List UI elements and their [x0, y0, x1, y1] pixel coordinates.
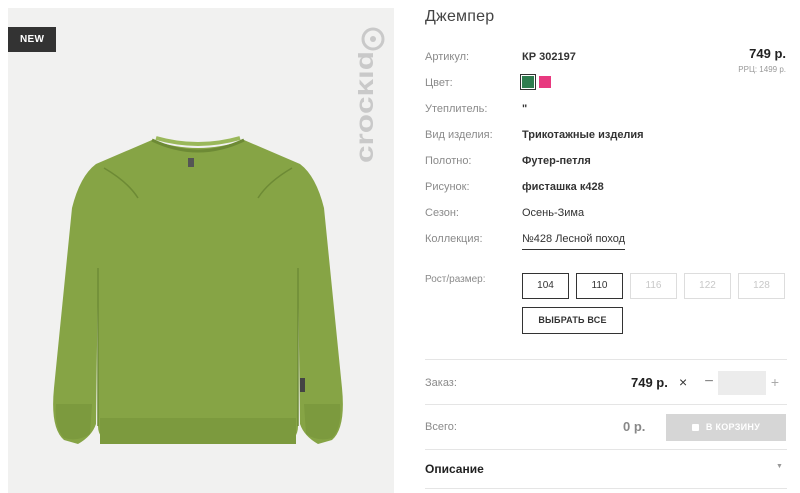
- new-badge: NEW: [8, 27, 57, 52]
- brand-logo: crockid: [358, 27, 385, 163]
- attribute-value: фисташка к428: [522, 181, 604, 193]
- quantity-increase-button[interactable]: +: [768, 372, 782, 392]
- order-price: 749 р.: [631, 375, 668, 390]
- divider: [425, 449, 787, 450]
- attribute-color: Цвет:: [425, 74, 625, 90]
- cart-icon: [691, 424, 699, 431]
- chevron-down-icon[interactable]: ▼: [776, 463, 783, 470]
- attribute-label: Полотно:: [425, 155, 472, 167]
- attribute-label: Артикул:: [425, 51, 470, 63]
- description-toggle[interactable]: Описание: [425, 462, 484, 476]
- attribute-value: КР 302197: [522, 51, 576, 63]
- quantity-input[interactable]: [718, 371, 766, 395]
- attribute-label: Цвет:: [425, 77, 453, 89]
- times-icon: ×: [679, 374, 688, 390]
- attribute-value: ": [522, 103, 528, 115]
- attribute-value: Осень-Зима: [522, 207, 585, 219]
- divider: [425, 488, 787, 489]
- size-option-116: 116: [630, 273, 677, 299]
- attribute-label: Коллекция:: [425, 233, 483, 245]
- attribute-label: Рисунок:: [425, 181, 470, 193]
- select-all-sizes-button[interactable]: ВЫБРАТЬ ВСЕ: [522, 307, 623, 334]
- color-swatch-green[interactable]: [520, 74, 536, 90]
- add-to-cart-label: В КОРЗИНУ: [705, 422, 761, 432]
- size-option-122: 122: [684, 273, 731, 299]
- divider: [425, 404, 787, 405]
- attribute-value: Трикотажные изделия: [522, 129, 644, 141]
- sweater-body: [53, 140, 343, 444]
- size-option-128: 128: [738, 273, 785, 299]
- color-swatch-pink[interactable]: [539, 76, 551, 88]
- recommended-retail-price: РРЦ: 1499 р.: [738, 65, 786, 74]
- product-photo: NEW crockid: [8, 8, 394, 493]
- attribute-label: Вид изделия:: [425, 129, 493, 141]
- product-price: 749 р.: [749, 46, 786, 61]
- attribute-value: Футер-петля: [522, 155, 591, 167]
- order-label: Заказ:: [425, 377, 457, 389]
- quantity-decrease-button[interactable]: −: [702, 372, 716, 392]
- sweater-image: [53, 136, 343, 444]
- divider: [425, 359, 787, 360]
- attribute-label: Утеплитель:: [425, 103, 488, 115]
- collection-link[interactable]: №428 Лесной поход: [522, 232, 626, 250]
- attribute-label: Сезон:: [425, 207, 459, 219]
- brand-logo-text: crockid: [358, 51, 379, 163]
- size-option-104[interactable]: 104: [522, 273, 569, 299]
- size-option-110[interactable]: 110: [576, 273, 623, 299]
- product-title: Джемпер: [425, 8, 495, 25]
- total-label: Всего:: [425, 421, 457, 433]
- total-price: 0 р.: [623, 419, 646, 434]
- size-label: Рост/размер:: [425, 274, 486, 285]
- add-to-cart-button[interactable]: В КОРЗИНУ: [666, 414, 786, 441]
